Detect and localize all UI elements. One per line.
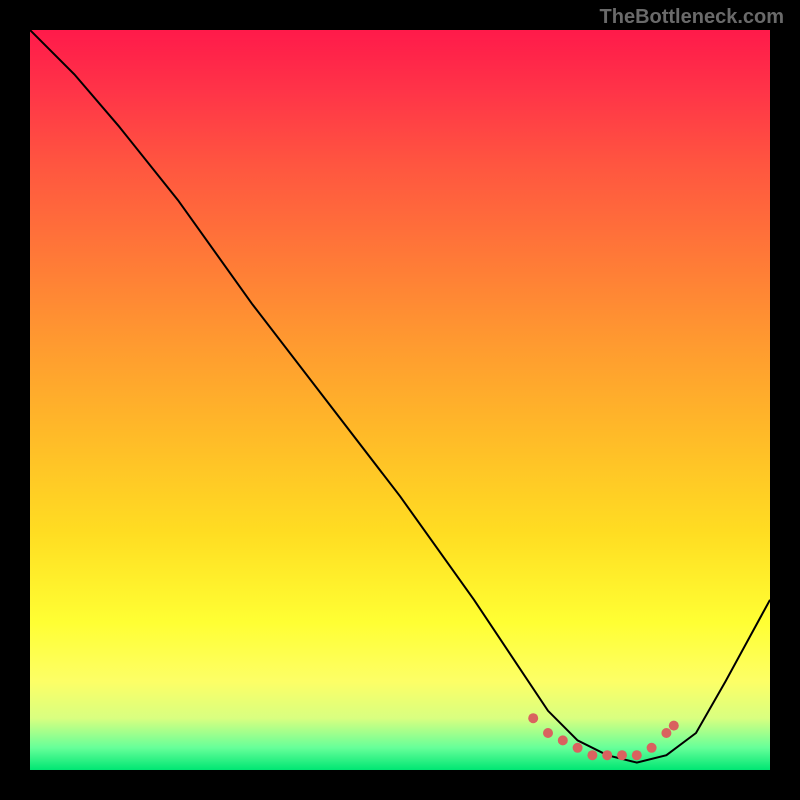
marker-dot [587, 750, 597, 760]
watermark-text: TheBottleneck.com [600, 6, 784, 29]
marker-dot [602, 750, 612, 760]
marker-dot [647, 743, 657, 753]
plot-area [30, 30, 770, 770]
bottleneck-curve-path [30, 30, 770, 763]
marker-dot [528, 713, 538, 723]
marker-dot [632, 750, 642, 760]
marker-dot [573, 743, 583, 753]
marker-dot [617, 750, 627, 760]
marker-dot [558, 735, 568, 745]
marker-dot [661, 728, 671, 738]
marker-group [528, 713, 679, 760]
chart-svg [30, 30, 770, 770]
marker-dot [669, 721, 679, 731]
marker-dot [543, 728, 553, 738]
